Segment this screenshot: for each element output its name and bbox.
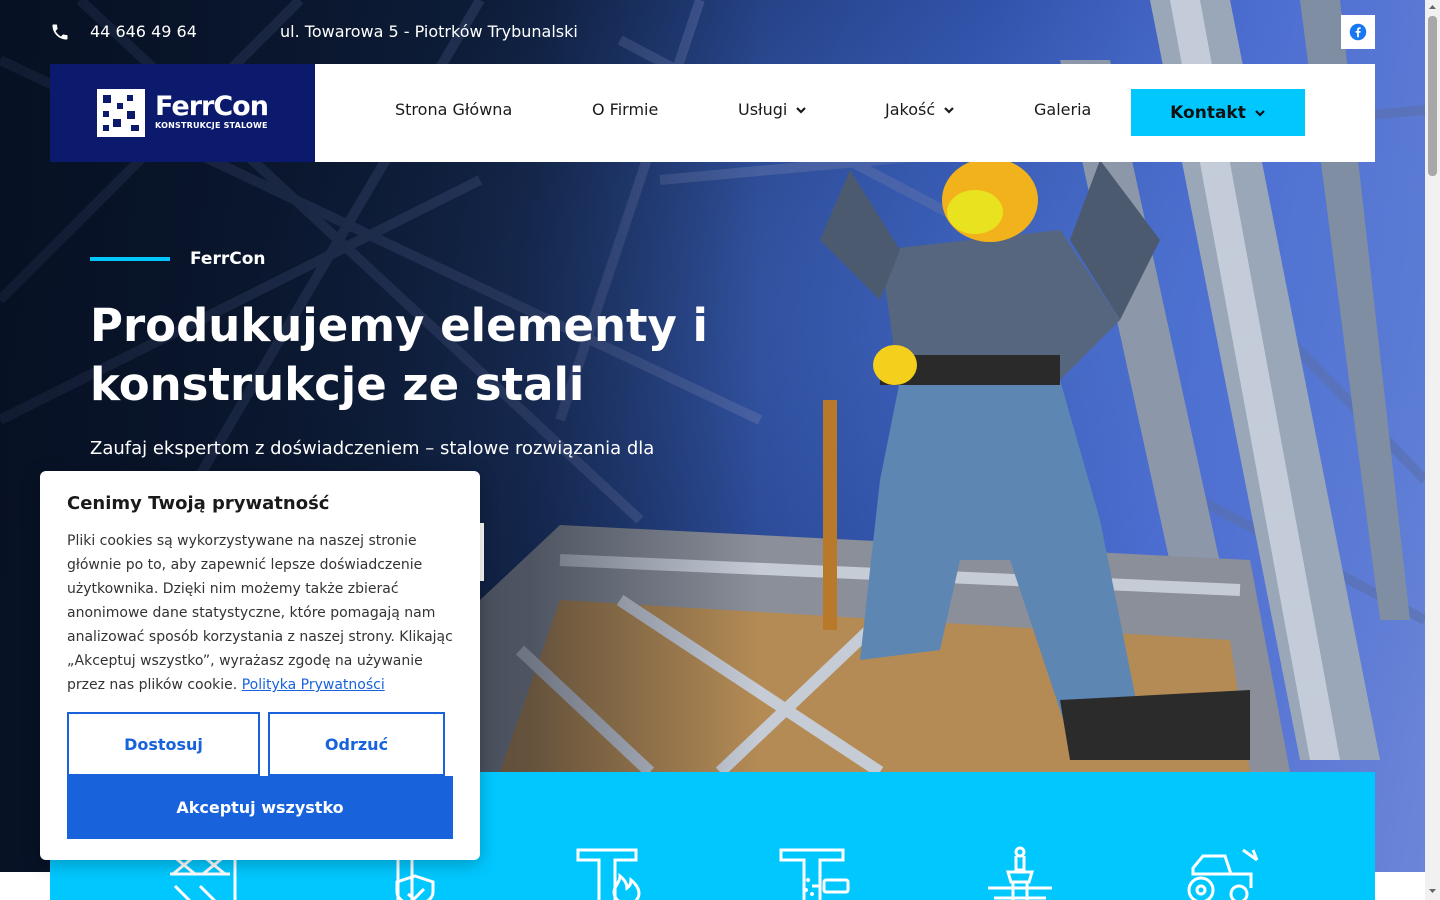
nav-item-label: Galeria bbox=[1034, 100, 1092, 119]
eyebrow-accent-line bbox=[90, 257, 170, 261]
facebook-icon bbox=[1349, 23, 1367, 41]
cookie-consent-dialog: Cenimy Twoją prywatność Pliki cookies są… bbox=[40, 471, 480, 860]
privacy-policy-link[interactable]: Polityka Prywatności bbox=[242, 677, 385, 693]
chevron-down-icon bbox=[796, 106, 807, 114]
nav-item-services[interactable]: Usługi bbox=[738, 100, 807, 119]
phone-icon bbox=[52, 24, 68, 40]
scroll-up-arrow-icon[interactable] bbox=[1428, 3, 1437, 12]
steel-beam-fire-icon bbox=[576, 848, 641, 900]
nav-item-home[interactable]: Strona Główna bbox=[395, 100, 512, 119]
nav-item-quality[interactable]: Jakość bbox=[885, 100, 955, 119]
scrollbar-thumb[interactable] bbox=[1428, 16, 1437, 176]
reject-button[interactable]: Odrzuć bbox=[268, 712, 445, 776]
main-navigation: FerrCon KONSTRUKCJE STALOWE Strona Główn… bbox=[50, 64, 1375, 162]
chevron-down-icon bbox=[1255, 109, 1265, 117]
contact-button-label: Kontakt bbox=[1170, 102, 1246, 123]
logo-subtitle: KONSTRUKCJE STALOWE bbox=[155, 121, 268, 130]
nav-item-about[interactable]: O Firmie bbox=[592, 100, 658, 119]
nav-item-label: O Firmie bbox=[592, 100, 659, 119]
tractor-icon bbox=[1187, 848, 1259, 900]
company-address: ul. Towarowa 5 - Piotrków Trybunalski bbox=[280, 22, 578, 41]
facebook-button[interactable] bbox=[1341, 15, 1375, 49]
steel-beam-spray-icon bbox=[779, 848, 850, 900]
cookie-description: Pliki cookies są wykorzystywane na nasze… bbox=[67, 529, 459, 697]
logo[interactable]: FerrCon KONSTRUKCJE STALOWE bbox=[50, 64, 315, 162]
phone-number[interactable]: 44 646 49 64 bbox=[90, 22, 197, 41]
hero-headline: Produkujemy elementy i konstrukcje ze st… bbox=[90, 299, 708, 411]
logo-grid-icon bbox=[97, 89, 146, 137]
hero-eyebrow: FerrCon bbox=[190, 249, 266, 269]
hero-lead: Zaufaj ekspertom z doświadczeniem – stal… bbox=[90, 438, 655, 459]
page-scrollbar[interactable] bbox=[1425, 0, 1440, 900]
nav-item-label: Jakość bbox=[885, 100, 936, 119]
customize-button[interactable]: Dostosuj bbox=[67, 712, 260, 776]
logo-title: FerrCon bbox=[155, 91, 269, 122]
cookie-description-text: Pliki cookies są wykorzystywane na nasze… bbox=[67, 533, 453, 693]
accept-all-button[interactable]: Akceptuj wszystko bbox=[67, 776, 453, 839]
cookie-title: Cenimy Twoją prywatność bbox=[67, 493, 330, 514]
nav-item-label: Usługi bbox=[738, 100, 788, 119]
top-contact-bar: 44 646 49 64 ul. Towarowa 5 - Piotrków T… bbox=[50, 0, 1375, 64]
nav-item-gallery[interactable]: Galeria bbox=[1034, 100, 1091, 119]
paint-brush-icon bbox=[988, 846, 1052, 900]
chevron-down-icon bbox=[944, 106, 954, 114]
scroll-down-arrow-icon[interactable] bbox=[1428, 886, 1437, 895]
contact-button[interactable]: Kontakt bbox=[1131, 89, 1305, 136]
nav-item-label: Strona Główna bbox=[395, 100, 513, 119]
